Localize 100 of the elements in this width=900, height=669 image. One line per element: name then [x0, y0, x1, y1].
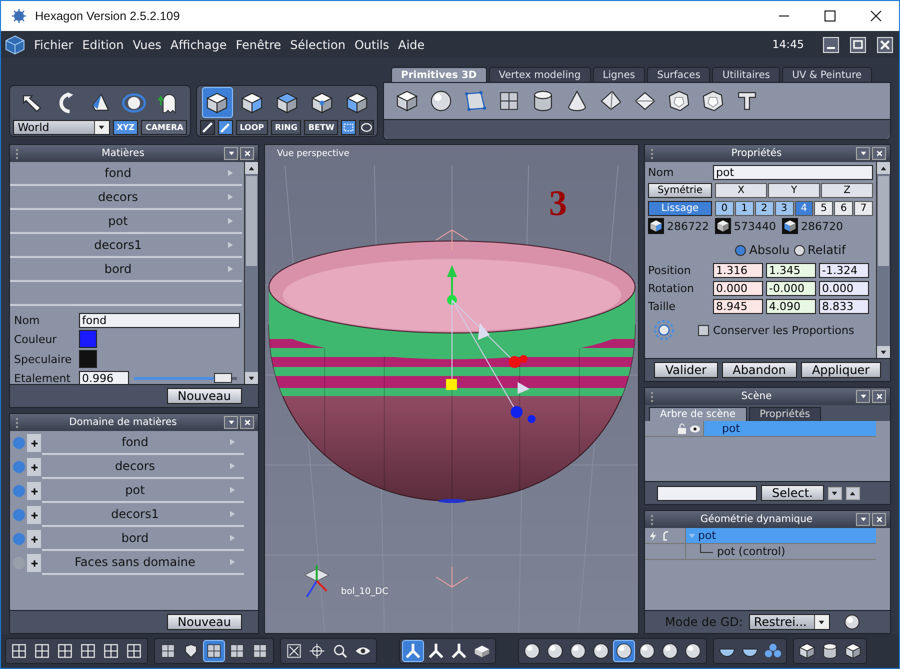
material-item[interactable]: pot: [10, 210, 242, 234]
smoothing-level-button[interactable]: 1: [734, 200, 754, 216]
domain-item[interactable]: pot: [42, 479, 244, 503]
brush-icon[interactable]: [200, 120, 215, 135]
value-field[interactable]: 0.996: [79, 370, 129, 386]
collapse-icon[interactable]: [224, 416, 238, 429]
value-field[interactable]: 4.090: [766, 298, 816, 314]
close-icon[interactable]: [240, 416, 254, 429]
eye-icon[interactable]: [689, 422, 701, 434]
color-swatch[interactable]: [79, 330, 97, 348]
mode-radio[interactable]: Absolu: [735, 243, 790, 257]
action-button[interactable]: Valider: [654, 362, 718, 378]
add-icon[interactable]: [27, 530, 41, 548]
value-field[interactable]: 1.316: [713, 262, 763, 278]
close-icon[interactable]: [872, 147, 886, 160]
new-button[interactable]: Nouveau: [166, 388, 242, 404]
tree-item[interactable]: pot (control): [713, 544, 876, 559]
3d-viewport[interactable]: Vue perspective 3 bol_10_DC: [264, 144, 639, 634]
color-swatch[interactable]: [79, 350, 97, 368]
keep-proportions-checkbox[interactable]: Conserver les Proportions: [698, 324, 854, 336]
sphere-icon[interactable]: [844, 614, 860, 630]
close-icon[interactable]: [872, 390, 886, 403]
add-icon[interactable]: [27, 506, 41, 524]
symmetry-button[interactable]: Symétrie: [648, 182, 712, 198]
collapse-icon[interactable]: [856, 147, 870, 160]
name-field[interactable]: pot: [713, 164, 873, 180]
axis-button[interactable]: X: [715, 182, 767, 198]
search-field[interactable]: [657, 486, 757, 500]
caret-icon[interactable]: [814, 615, 829, 629]
toolbar-tab[interactable]: UV & Peinture: [782, 67, 872, 82]
collapse-icon[interactable]: [856, 390, 870, 403]
menu-item[interactable]: Fenêtre: [236, 38, 282, 52]
move-down-icon[interactable]: [828, 486, 842, 500]
smoothing-level-button[interactable]: 5: [814, 200, 834, 216]
close-icon[interactable]: [872, 513, 886, 526]
add-icon[interactable]: [27, 458, 41, 476]
caret-icon[interactable]: [94, 120, 109, 134]
coordinate-space-dropdown[interactable]: World: [12, 120, 110, 134]
value-field[interactable]: 8.833: [819, 298, 869, 314]
add-icon[interactable]: [27, 554, 41, 572]
axis-mode-button[interactable]: CAMERA: [141, 120, 188, 134]
menu-item[interactable]: Vues: [132, 38, 162, 52]
scroll-down-icon[interactable]: [877, 346, 890, 358]
new-button[interactable]: Nouveau: [166, 614, 242, 630]
toolbar-tab[interactable]: Lignes: [592, 67, 646, 82]
add-icon[interactable]: [27, 482, 41, 500]
close-icon[interactable]: [240, 147, 254, 160]
scroll-down-icon[interactable]: [245, 372, 258, 384]
domain-item[interactable]: Faces sans domaine: [42, 551, 244, 575]
edge-mode-button[interactable]: LOOP: [236, 120, 268, 135]
smoothing-level-button[interactable]: 3: [774, 200, 794, 216]
menu-item[interactable]: Aide: [398, 38, 425, 52]
domain-item[interactable]: decors: [42, 455, 244, 479]
menu-item[interactable]: Edition: [82, 38, 124, 52]
smoothing-button[interactable]: Lissage: [648, 200, 712, 216]
scroll-up-icon[interactable]: [877, 162, 890, 174]
move-up-icon[interactable]: [846, 486, 860, 500]
menu-item[interactable]: Fichier: [34, 38, 74, 52]
value-field[interactable]: -1.324: [819, 262, 869, 278]
smoothing-level-button[interactable]: 4: [794, 200, 814, 216]
toolbar-tab[interactable]: Vertex modeling: [488, 67, 591, 82]
menu-item[interactable]: Sélection: [290, 38, 346, 52]
domain-item[interactable]: decors1: [42, 503, 244, 527]
smoothing-level-button[interactable]: 2: [754, 200, 774, 216]
axis-button[interactable]: Z: [821, 182, 873, 198]
edge-mode-button[interactable]: RING: [271, 120, 302, 135]
panel-tab[interactable]: Propriétés: [748, 407, 822, 421]
scrollbar[interactable]: [876, 162, 890, 358]
tree-item[interactable]: pot: [704, 421, 876, 436]
mode-dropdown[interactable]: Restrei...: [748, 614, 830, 630]
material-item[interactable]: bord: [10, 258, 242, 282]
rectangle-select-icon[interactable]: [341, 120, 356, 135]
name-field[interactable]: fond: [79, 312, 240, 328]
smoothing-level-button[interactable]: 7: [854, 200, 873, 216]
mode-radio[interactable]: Relatif: [794, 243, 846, 257]
lasso-icon[interactable]: [359, 120, 374, 135]
tree-item[interactable]: pot: [686, 528, 876, 543]
collapse-icon[interactable]: [856, 513, 870, 526]
grid-icon[interactable]: [203, 640, 225, 662]
sphere-icon[interactable]: [613, 640, 635, 662]
domain-item[interactable]: bord: [42, 527, 244, 551]
menu-item[interactable]: Affichage: [170, 38, 227, 52]
material-item[interactable]: fond: [10, 162, 242, 186]
axes-icon[interactable]: [402, 640, 424, 662]
axis-button[interactable]: Y: [768, 182, 820, 198]
manipulator-icon[interactable]: [652, 318, 676, 342]
scroll-up-icon[interactable]: [245, 162, 258, 174]
menu-item[interactable]: Outils: [354, 38, 390, 52]
value-field[interactable]: 0.000: [713, 280, 763, 296]
value-field[interactable]: 1.345: [766, 262, 816, 278]
smoothing-level-button[interactable]: 6: [834, 200, 854, 216]
action-button[interactable]: Appliquer: [800, 362, 881, 378]
scrollbar[interactable]: [244, 162, 258, 384]
smoothing-level-button[interactable]: 0: [715, 200, 734, 216]
domain-item[interactable]: fond: [42, 431, 244, 455]
cube-icon[interactable]: [202, 87, 232, 118]
value-field[interactable]: 8.945: [713, 298, 763, 314]
action-button[interactable]: Abandon: [722, 362, 797, 378]
toolbar-tab[interactable]: Surfaces: [647, 67, 710, 82]
value-field[interactable]: -0.000: [766, 280, 816, 296]
